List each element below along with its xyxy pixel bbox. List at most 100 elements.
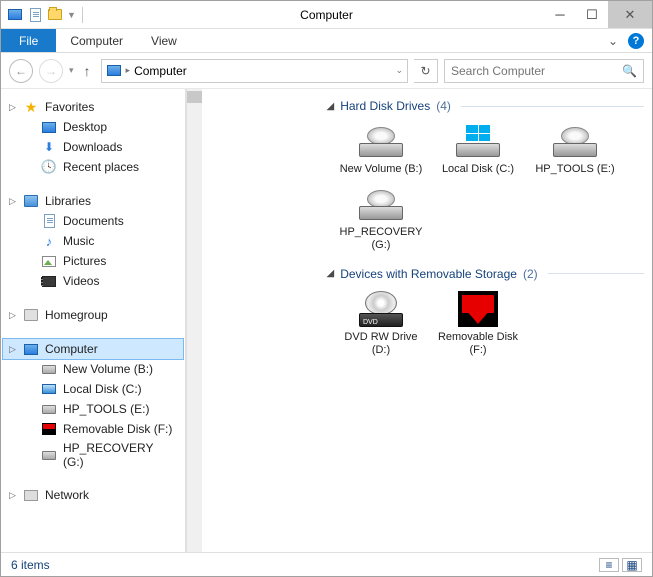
- body: ▷ ★ Favorites Desktop ⬇ Downloads 🕓 Rece…: [1, 89, 652, 552]
- drive-icon: [41, 447, 57, 463]
- forward-button[interactable]: →: [39, 59, 63, 83]
- collapse-icon[interactable]: ▷: [9, 102, 16, 113]
- ribbon-tabs: File Computer View ⌄ ?: [1, 29, 652, 53]
- icons-view-button[interactable]: ▦: [622, 558, 642, 572]
- sidebar-item-label: Recent places: [63, 160, 139, 174]
- group-divider: [548, 273, 644, 274]
- drive-item-removable-disk[interactable]: Removable Disk (F:): [436, 289, 521, 357]
- collapse-icon[interactable]: ◢: [327, 268, 335, 279]
- favorites-group: ▷ ★ Favorites Desktop ⬇ Downloads 🕓 Rece…: [3, 97, 183, 177]
- file-tab[interactable]: File: [1, 29, 56, 52]
- breadcrumb-computer[interactable]: Computer: [134, 64, 187, 78]
- window-controls: ─ ☐ ✕: [544, 1, 652, 28]
- sidebar-item-recent[interactable]: 🕓 Recent places: [3, 157, 183, 177]
- homegroup-icon: [23, 307, 39, 323]
- status-bar: 6 items ≡ ▦: [1, 552, 652, 576]
- minimize-button[interactable]: ─: [544, 1, 576, 28]
- collapse-icon[interactable]: ▷: [9, 310, 16, 321]
- sidebar-item-videos[interactable]: Videos: [3, 271, 183, 291]
- group-title: Devices with Removable Storage: [340, 267, 517, 281]
- network-header[interactable]: ▷ Network: [3, 485, 183, 505]
- refresh-button[interactable]: ↻: [414, 59, 438, 83]
- drive-label: Removable Disk (F:): [436, 331, 521, 357]
- sidebar-scrollbar[interactable]: [186, 89, 202, 552]
- sidebar-item-removable[interactable]: Removable Disk (F:): [3, 419, 183, 439]
- maximize-button[interactable]: ☐: [576, 1, 608, 28]
- scrollbar-thumb[interactable]: [187, 91, 202, 103]
- search-icon[interactable]: 🔍: [622, 64, 637, 78]
- tab-computer[interactable]: Computer: [56, 29, 137, 52]
- computer-group: ▷ Computer New Volume (B:) Local Disk (C…: [3, 339, 183, 471]
- drive-item-new-volume[interactable]: New Volume (B:): [339, 121, 424, 176]
- downloads-icon: ⬇: [41, 139, 57, 155]
- sidebar-item-hp-recovery[interactable]: HP_RECOVERY (G:): [3, 439, 183, 471]
- drive-item-hp-tools[interactable]: HP_TOOLS (E:): [533, 121, 618, 176]
- music-icon: ♪: [41, 233, 57, 249]
- sidebar-item-hp-tools[interactable]: HP_TOOLS (E:): [3, 399, 183, 419]
- qat-dropdown-icon[interactable]: ▼: [67, 10, 76, 20]
- address-bar[interactable]: ▸ Computer ⌄: [101, 59, 408, 83]
- drive-icon: [41, 401, 57, 417]
- new-folder-qat-icon[interactable]: [47, 7, 63, 23]
- computer-qat-icon[interactable]: [7, 7, 23, 23]
- search-input[interactable]: [451, 64, 622, 78]
- search-box[interactable]: 🔍: [444, 59, 644, 83]
- group-title: Hard Disk Drives: [340, 99, 430, 113]
- quick-access-toolbar: ▼: [1, 7, 91, 23]
- sidebar-item-label: New Volume (B:): [63, 362, 153, 376]
- sidebar-item-desktop[interactable]: Desktop: [3, 117, 183, 137]
- videos-icon: [41, 273, 57, 289]
- sidebar-item-local-disk[interactable]: Local Disk (C:): [3, 379, 183, 399]
- drive-label: Local Disk (C:): [442, 163, 514, 176]
- favorites-header[interactable]: ▷ ★ Favorites: [3, 97, 183, 117]
- collapse-icon[interactable]: ◢: [327, 101, 335, 112]
- status-item-count: 6 items: [11, 558, 50, 572]
- address-dropdown-icon[interactable]: ⌄: [395, 65, 403, 76]
- group-header-hdd[interactable]: ◢ Hard Disk Drives (4): [327, 99, 645, 113]
- drive-label: HP_TOOLS (E:): [535, 163, 614, 176]
- collapse-icon[interactable]: ▷: [9, 344, 16, 355]
- details-view-button[interactable]: ≡: [599, 558, 619, 572]
- local-disk-icon: [41, 381, 57, 397]
- sidebar-item-pictures[interactable]: Pictures: [3, 251, 183, 271]
- sidebar-item-label: Pictures: [63, 254, 106, 268]
- sidebar-item-downloads[interactable]: ⬇ Downloads: [3, 137, 183, 157]
- libraries-icon: [23, 193, 39, 209]
- help-icon[interactable]: ?: [628, 33, 644, 49]
- homegroup-header[interactable]: ▷ Homegroup: [3, 305, 183, 325]
- network-label: Network: [45, 488, 89, 502]
- ribbon-expand-icon[interactable]: ⌄: [600, 29, 626, 52]
- back-button[interactable]: ←: [9, 59, 33, 83]
- qat-separator: [82, 7, 83, 23]
- drive-item-hp-recovery[interactable]: HP_RECOVERY (G:): [339, 184, 424, 252]
- sidebar-item-documents[interactable]: Documents: [3, 211, 183, 231]
- hdd-icon: [551, 121, 599, 161]
- content-pane: ◢ Hard Disk Drives (4) New Volume (B:) L…: [319, 89, 653, 552]
- sidebar-item-label: Documents: [63, 214, 124, 228]
- drive-item-local-disk[interactable]: Local Disk (C:): [436, 121, 521, 176]
- desktop-icon: [41, 119, 57, 135]
- drive-label: DVD RW Drive (D:): [339, 331, 424, 357]
- group-header-removable[interactable]: ◢ Devices with Removable Storage (2): [327, 267, 645, 281]
- hdd-windows-icon: [454, 121, 502, 161]
- up-button[interactable]: ↑: [80, 63, 95, 79]
- sidebar-item-music[interactable]: ♪ Music: [3, 231, 183, 251]
- removable-disk-icon: [454, 289, 502, 329]
- properties-qat-icon[interactable]: [27, 7, 43, 23]
- navigation-pane: ▷ ★ Favorites Desktop ⬇ Downloads 🕓 Rece…: [1, 89, 186, 552]
- breadcrumb-separator-icon[interactable]: ▸: [126, 65, 131, 76]
- tab-view[interactable]: View: [137, 29, 191, 52]
- window-title: Computer: [300, 8, 353, 22]
- collapse-icon[interactable]: ▷: [9, 196, 16, 207]
- history-dropdown-icon[interactable]: ▾: [69, 65, 74, 76]
- computer-header[interactable]: ▷ Computer: [3, 339, 183, 359]
- drive-label: New Volume (B:): [340, 163, 423, 176]
- drive-item-dvd[interactable]: DVD DVD RW Drive (D:): [339, 289, 424, 357]
- close-button[interactable]: ✕: [608, 1, 652, 28]
- computer-sidebar-icon: [23, 341, 39, 357]
- group-count: (4): [436, 99, 451, 113]
- libraries-label: Libraries: [45, 194, 91, 208]
- libraries-header[interactable]: ▷ Libraries: [3, 191, 183, 211]
- sidebar-item-new-volume[interactable]: New Volume (B:): [3, 359, 183, 379]
- collapse-icon[interactable]: ▷: [9, 490, 16, 501]
